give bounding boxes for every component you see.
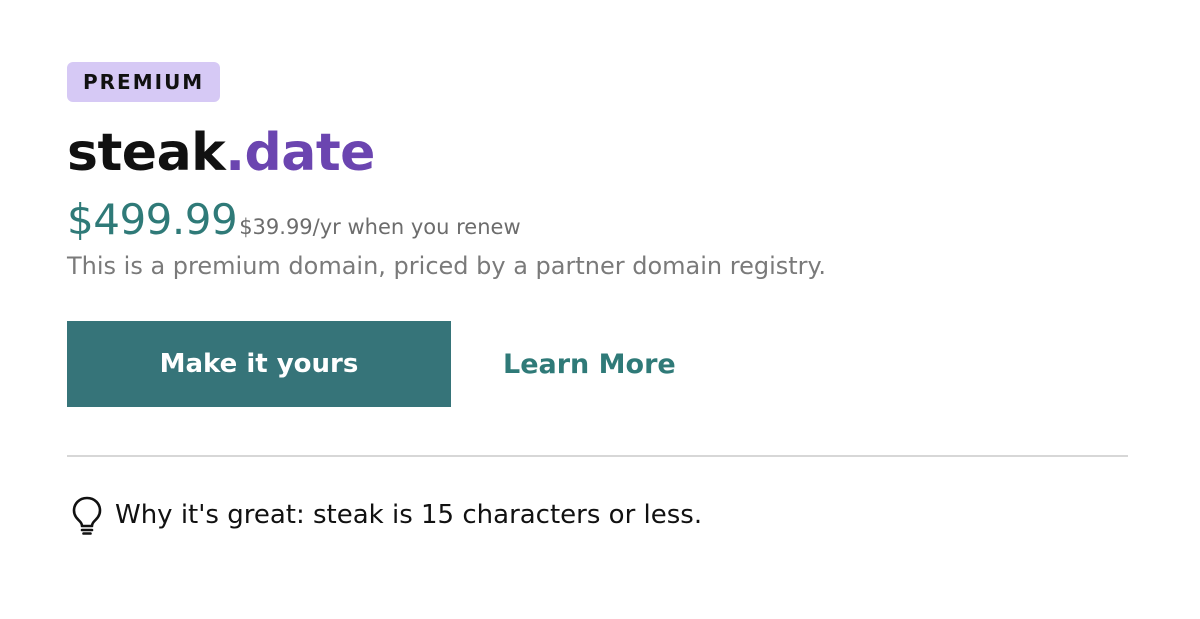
domain-sld: steak: [67, 123, 226, 183]
renewal-price: $39.99/yr when you renew: [239, 215, 521, 239]
actions-row: Make it yours Learn More: [67, 321, 1128, 407]
price: $499.99: [67, 195, 238, 244]
price-row: $499.99 $39.99/yr when you renew: [67, 194, 1128, 246]
premium-badge: PREMIUM: [67, 62, 221, 102]
learn-more-link[interactable]: Learn More: [503, 349, 676, 380]
make-it-yours-button[interactable]: Make it yours: [67, 321, 451, 407]
why-its-great: Why it's great: steak is 15 characters o…: [67, 495, 1128, 535]
lightbulb-icon: [67, 495, 107, 535]
divider: [67, 455, 1128, 457]
domain-result-card: PREMIUM steak.date $499.99 $39.99/yr whe…: [67, 62, 1128, 535]
premium-description: This is a premium domain, priced by a pa…: [67, 252, 826, 280]
domain-name: steak.date: [67, 122, 1128, 184]
why-text: Why it's great: steak is 15 characters o…: [115, 500, 703, 530]
domain-tld: .date: [225, 123, 375, 183]
